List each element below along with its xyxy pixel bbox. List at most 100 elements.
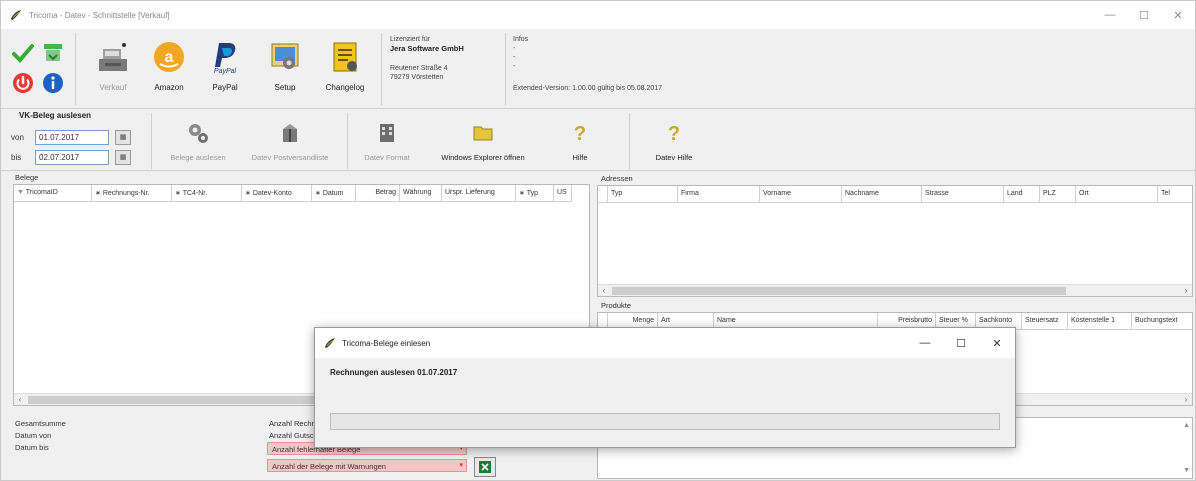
datev-postversandliste-button[interactable]: Datev Postversandliste [241, 121, 339, 162]
col-tricomaid[interactable]: ▼ TricomaID [14, 185, 92, 202]
ribbon-changelog-label: Changelog [325, 83, 365, 92]
dialog-message: Rechnungen auslesen 01.07.2017 [330, 368, 458, 377]
col-betrag[interactable]: Betrag [356, 185, 400, 202]
col-typ[interactable]: Typ [608, 186, 678, 203]
calendar-icon[interactable]: ▦ [115, 149, 131, 165]
adressen-grid[interactable]: Typ Firma Vorname Nachname Strasse Land … [597, 185, 1193, 297]
adressen-header: Typ Firma Vorname Nachname Strasse Land … [598, 186, 1192, 203]
col-tel[interactable]: Tel [1158, 186, 1192, 203]
dialog-progress-bar [330, 413, 1000, 430]
package-icon [283, 124, 297, 142]
info-panel: Infos - - - Extended-Version: 1.00.00 gü… [513, 35, 913, 93]
help-icon: ? [668, 123, 680, 145]
check-icon[interactable] [11, 41, 35, 65]
datev-postversandliste-label: Datev Postversandliste [251, 153, 329, 162]
ribbon-verkauf-button[interactable]: Verkauf [85, 39, 141, 101]
col-land[interactable]: Land [1004, 186, 1040, 203]
dropdown-arrow-icon: ▾ [459, 462, 463, 469]
help-icon: ? [574, 123, 586, 145]
dialog-minimize-button[interactable]: — [907, 328, 943, 358]
adressen-label: Adressen [601, 174, 633, 183]
warnungen-belege-box[interactable]: Anzahl der Belege mit Warnungen ▾ [267, 459, 467, 472]
datev-format-button[interactable]: Datev Format [357, 121, 417, 162]
windows-explorer-button[interactable]: Windows Explorer öffnen [433, 121, 533, 162]
minimize-button[interactable]: — [1093, 1, 1127, 29]
datev-hilfe-button[interactable]: ? Datev Hilfe [649, 121, 699, 162]
col-rechnungs-nr[interactable]: ∗ Rechnungs-Nr. [92, 185, 172, 202]
ribbon-setup-button[interactable]: Setup [257, 39, 313, 101]
date-from-row: von ▦ [11, 129, 131, 145]
gesamtsumme-label: Gesamtsumme [15, 419, 66, 428]
svg-text:PayPal: PayPal [214, 68, 237, 75]
datum-bis-label: Datum bis [15, 443, 49, 452]
datev-format-label: Datev Format [364, 153, 410, 162]
svg-text:?: ? [668, 123, 680, 145]
calendar-icon[interactable]: ▦ [115, 129, 131, 145]
info-line1: - [513, 45, 516, 52]
setup-icon [271, 43, 299, 69]
window-title: Tricoma - Datev - Schnittstelle [Verkauf… [29, 10, 170, 20]
tricoma-logo-icon [11, 10, 21, 20]
col-ort[interactable]: Ort [1076, 186, 1158, 203]
ribbon-changelog-button[interactable]: Changelog [317, 39, 373, 101]
col-tc4-nr[interactable]: ∗ TC4-Nr. [172, 185, 242, 202]
info-title: Infos [513, 36, 529, 43]
power-icon[interactable] [11, 71, 35, 95]
hilfe-label: Hilfe [572, 153, 588, 162]
hilfe-button[interactable]: ? Hilfe [565, 121, 595, 162]
svg-text:?: ? [574, 123, 586, 145]
tricoma-logo-icon [325, 338, 335, 348]
col-buchungstext[interactable]: Buchungstext [1132, 313, 1192, 330]
dialog-title: Tricoma-Belege einlesen [342, 338, 431, 348]
adressen-hscroll[interactable]: ‹ › [598, 284, 1192, 296]
col-vorname[interactable]: Vorname [760, 186, 842, 203]
ribbon-verkauf-label: Verkauf [99, 83, 127, 92]
license-line1: Lizenziert für [390, 36, 431, 43]
datev-hilfe-label: Datev Hilfe [655, 153, 693, 162]
col-waehrung[interactable]: Währung [400, 185, 442, 202]
belege-auslesen-label: Belege auslesen [170, 153, 226, 162]
title-bar: Tricoma - Datev - Schnittstelle [Verkauf… [1, 1, 1195, 29]
vk-group-title: VK-Beleg auslesen [19, 111, 92, 120]
col-urspr-lieferung[interactable]: Urspr. Lieferung [442, 185, 516, 202]
maximize-button[interactable]: ☐ [1127, 1, 1161, 29]
excel-icon [479, 461, 491, 473]
excel-export-button[interactable] [474, 457, 496, 477]
date-from-input[interactable] [35, 129, 109, 145]
belege-auslesen-button[interactable]: Belege auslesen [163, 121, 233, 162]
col-typ[interactable]: ∗ Typ [516, 185, 554, 202]
dialog-maximize-button[interactable]: ☐ [943, 328, 979, 358]
quick-actions [9, 39, 69, 99]
building-icon [380, 124, 394, 142]
dialog-close-button[interactable]: ✕ [979, 328, 1015, 358]
ribbon-paypal-button[interactable]: PayPal PayPal [197, 39, 253, 101]
amazon-icon: a [154, 42, 184, 72]
save-green-icon[interactable] [41, 41, 65, 65]
license-city: 79279 Vörstetten [390, 74, 444, 81]
belege-label: Belege [15, 173, 39, 182]
date-from-label: von [11, 132, 24, 142]
col-steuersatz[interactable]: Steuersatz [1022, 313, 1068, 330]
col-kostenstelle[interactable]: Kostenstelle 1 [1068, 313, 1132, 330]
col-plz[interactable]: PLZ [1040, 186, 1076, 203]
einlesen-dialog: Tricoma-Belege einlesen — ☐ ✕ Rechnungen… [314, 327, 1016, 448]
dialog-title-bar: Tricoma-Belege einlesen — ☐ ✕ [315, 328, 1015, 358]
windows-explorer-label: Windows Explorer öffnen [441, 153, 525, 162]
license-info: Lizenziert für Jera Software GmbH Reuten… [390, 35, 500, 82]
date-to-input[interactable] [35, 149, 109, 165]
ribbon-setup-label: Setup [274, 83, 296, 92]
info-line3: - [513, 63, 516, 70]
info-icon[interactable] [41, 71, 65, 95]
ribbon-amazon-label: Amazon [154, 83, 184, 92]
col-datev-konto[interactable]: ∗ Datev-Konto [242, 185, 312, 202]
ribbon-paypal-label: PayPal [212, 83, 238, 92]
col-datum[interactable]: ∗ Datum [312, 185, 356, 202]
col-us[interactable]: US [554, 185, 572, 202]
vk-toolbar: VK-Beleg auslesen von ▦ bis ▦ Belege aus… [1, 109, 1195, 171]
col-firma[interactable]: Firma [678, 186, 760, 203]
ribbon-amazon-button[interactable]: a Amazon [141, 39, 197, 101]
col-nachname[interactable]: Nachname [842, 186, 922, 203]
produkte-label: Produkte [601, 301, 632, 310]
col-strasse[interactable]: Strasse [922, 186, 1004, 203]
close-button[interactable]: ✕ [1161, 1, 1195, 29]
